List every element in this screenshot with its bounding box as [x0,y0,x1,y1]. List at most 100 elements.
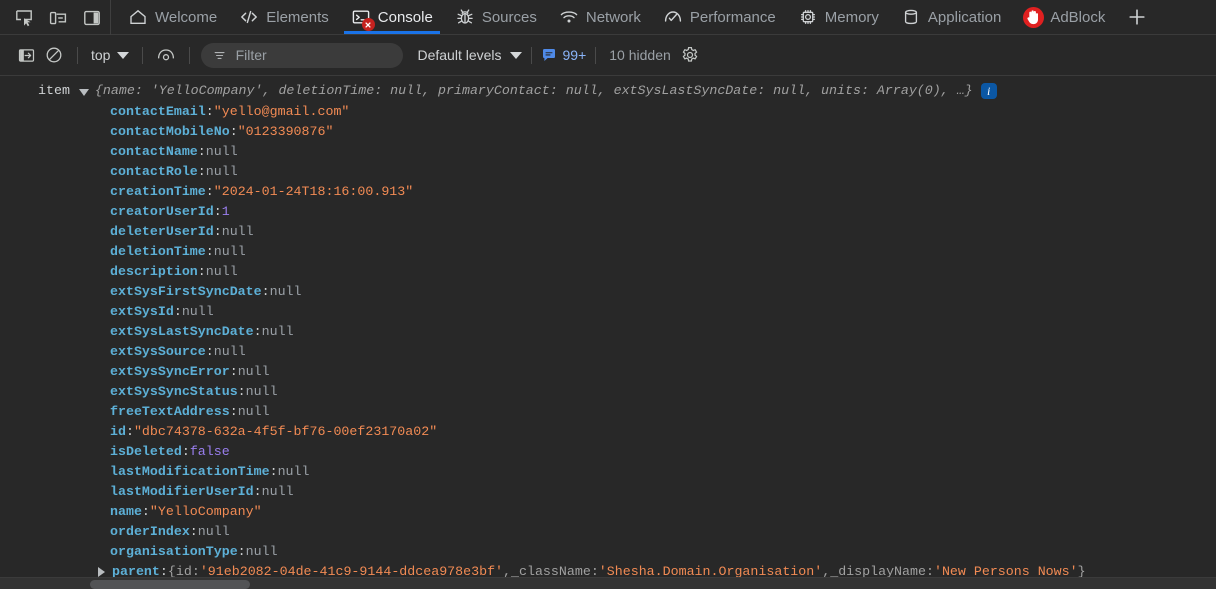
property-name: extSysSource [110,344,206,359]
inspect-element-icon[interactable] [14,8,34,28]
object-property-row[interactable]: contactMobileNo: "0123390876" [110,122,1216,142]
property-value: null [245,544,278,559]
tab-console[interactable]: Console [340,0,444,34]
chip-icon [798,7,818,27]
object-property-row[interactable]: contactEmail: "yello@gmail.com" [110,102,1216,122]
message-count-label: 99+ [562,47,587,63]
tab-network[interactable]: Network [548,0,652,34]
info-icon[interactable]: i [980,83,997,99]
property-colon: : [213,204,222,219]
property-value: null [205,164,238,179]
message-count-indicator[interactable]: 99+ [541,47,587,63]
expand-triangle-open-icon[interactable] [78,88,89,96]
object-property-row[interactable]: extSysLastSyncDate: null [110,322,1216,342]
toolbar-divider [189,46,191,64]
console-output[interactable]: item {name: 'YelloCompany', deletionTime… [0,76,1216,589]
console-sidebar-toggle-button[interactable] [12,42,40,68]
property-value: null [205,144,238,159]
property-colon: : [229,124,238,139]
property-colon: : [205,244,214,259]
property-value: null [221,224,254,239]
property-name: creationTime [110,184,206,199]
object-property-row[interactable]: extSysId: null [110,302,1216,322]
object-property-row[interactable]: isDeleted: false [110,442,1216,462]
property-value: null [237,364,270,379]
horizontal-scrollbar[interactable] [0,577,1216,589]
property-name: extSysSyncError [110,364,230,379]
object-properties-list: contactEmail: "yello@gmail.com" contactMo… [0,102,1216,582]
database-icon [901,7,921,27]
console-toolbar: top Default levels 99+ 10 hidden [0,35,1216,76]
tab-memory[interactable]: Memory [787,0,890,34]
property-colon: : [229,364,238,379]
object-property-row[interactable]: lastModificationTime: null [110,462,1216,482]
tab-application[interactable]: Application [890,0,1012,34]
property-colon: : [173,304,182,319]
new-tab-button[interactable] [1116,0,1158,34]
message-bubble-icon [542,49,555,61]
property-name: extSysLastSyncDate [110,324,254,339]
tab-label: AdBlock [1050,8,1106,26]
object-property-row[interactable]: extSysFirstSyncDate: null [110,282,1216,302]
chevron-down-icon [509,51,522,59]
property-name: deletionTime [110,244,206,259]
toolbar-divider [142,46,144,64]
property-colon: : [197,164,206,179]
tab-label: Welcome [155,8,218,26]
property-colon: : [197,144,206,159]
property-name: freeTextAddress [110,404,230,419]
filter-box[interactable] [201,42,404,68]
object-property-row[interactable]: extSysSyncError: null [110,362,1216,382]
code-icon [239,7,259,27]
object-property-row[interactable]: name: "YelloCompany" [110,502,1216,522]
property-colon: : [141,504,150,519]
tab-welcome[interactable]: Welcome [117,0,228,34]
object-property-row[interactable]: creationTime: "2024-01-24T18:16:00.913" [110,182,1216,202]
object-property-row[interactable]: orderIndex: null [110,522,1216,542]
property-name: contactRole [110,164,198,179]
console-object-header[interactable]: item {name: 'YelloCompany', deletionTime… [0,80,1216,102]
bug-icon [455,7,475,27]
object-property-row[interactable]: contactName: null [110,142,1216,162]
object-property-row[interactable]: deletionTime: null [110,242,1216,262]
object-property-row[interactable]: freeTextAddress: null [110,402,1216,422]
adblock-hand-icon [1023,7,1045,28]
console-settings-button[interactable] [678,43,702,67]
object-property-row[interactable]: contactRole: null [110,162,1216,182]
object-property-row[interactable]: extSysSource: null [110,342,1216,362]
expand-triangle-closed-icon[interactable] [98,567,105,577]
device-toolbar-icon[interactable] [48,8,68,28]
tab-elements[interactable]: Elements [228,0,340,34]
tab-adblock[interactable]: AdBlock [1012,0,1116,34]
object-property-row[interactable]: creatorUserId: 1 [110,202,1216,222]
property-colon: : [253,484,262,499]
property-name: extSysId [110,304,174,319]
scrollbar-thumb[interactable] [90,580,250,589]
console-icon [351,7,375,31]
object-property-row[interactable]: organisationType: null [110,542,1216,562]
property-name: deleterUserId [110,224,214,239]
dock-side-icon[interactable] [82,8,102,28]
property-name: orderIndex [110,524,190,539]
tab-performance[interactable]: Performance [652,0,787,34]
execution-context-selector[interactable]: top [87,47,133,63]
log-levels-selector[interactable]: Default levels [417,47,522,63]
live-expression-button[interactable] [152,42,180,68]
property-name: contactName [110,144,198,159]
object-property-row[interactable]: deleterUserId: null [110,222,1216,242]
toolbar-divider [530,46,532,64]
object-property-row[interactable]: id: "dbc74378-632a-4f5f-bf76-00ef23170a0… [110,422,1216,442]
property-name: description [110,264,198,279]
property-value: null [197,524,230,539]
hidden-messages-label[interactable]: 10 hidden [609,47,671,63]
tab-sources[interactable]: Sources [444,0,548,34]
filter-input[interactable] [235,47,392,63]
tab-label: Elements [266,8,329,26]
clear-console-button[interactable] [40,42,68,68]
property-colon: : [269,464,278,479]
object-property-row[interactable]: description: null [110,262,1216,282]
object-property-row[interactable]: extSysSyncStatus: null [110,382,1216,402]
toolbar-divider [77,46,78,64]
property-name: lastModifierUserId [110,484,254,499]
object-property-row[interactable]: lastModifierUserId: null [110,482,1216,502]
